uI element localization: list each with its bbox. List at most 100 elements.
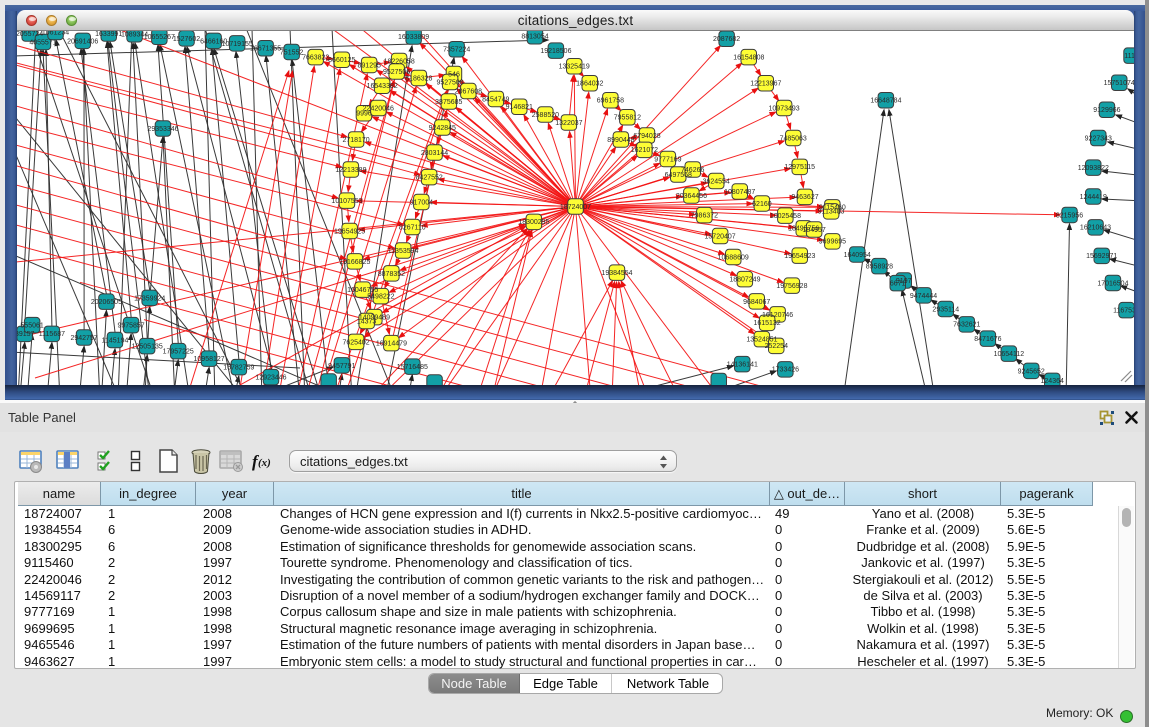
svg-text:5498222: 5498222 xyxy=(367,294,394,301)
svg-text:6794028: 6794028 xyxy=(633,133,660,140)
svg-text:9146821: 9146821 xyxy=(506,104,533,111)
svg-text:10807487: 10807487 xyxy=(724,189,755,196)
svg-text:7955812: 7955812 xyxy=(614,115,641,122)
svg-text:10958127: 10958127 xyxy=(194,356,225,363)
svg-text:39157: 39157 xyxy=(17,331,35,338)
svg-text:16648784: 16648784 xyxy=(870,98,901,105)
svg-text:12923446: 12923446 xyxy=(255,375,286,382)
svg-text:10025458: 10025458 xyxy=(770,213,801,220)
svg-text:124364: 124364 xyxy=(1041,378,1064,385)
svg-text:8878352: 8878352 xyxy=(378,271,405,278)
svg-text:9113403: 9113403 xyxy=(818,209,845,216)
svg-text:1167533: 1167533 xyxy=(1113,308,1134,315)
svg-text:3624554: 3624554 xyxy=(703,179,730,186)
svg-text:13325419: 13325419 xyxy=(559,64,590,71)
svg-text:546: 546 xyxy=(448,72,460,79)
svg-text:10973493: 10973493 xyxy=(769,105,800,112)
svg-text:17359924: 17359924 xyxy=(134,295,165,302)
svg-text:12975115: 12975115 xyxy=(784,164,815,171)
svg-text:1244419: 1244419 xyxy=(1080,194,1107,201)
svg-text:6671: 6671 xyxy=(890,281,906,288)
svg-text:16671355: 16671355 xyxy=(250,46,281,53)
svg-text:15751074: 15751074 xyxy=(1104,80,1134,87)
svg-text:2942757: 2942757 xyxy=(70,335,97,342)
svg-text:7663822: 7663822 xyxy=(302,55,329,62)
svg-text:9474444: 9474444 xyxy=(910,293,937,300)
svg-text:9684067: 9684067 xyxy=(743,299,770,306)
svg-text:19218506: 19218506 xyxy=(540,48,571,55)
svg-text:1615132: 1615132 xyxy=(753,320,780,327)
svg-text:6961758: 6961758 xyxy=(597,98,624,105)
svg-text:2087682: 2087682 xyxy=(713,36,740,43)
svg-text:751552: 751552 xyxy=(280,49,303,56)
svg-text:19384554: 19384554 xyxy=(601,270,632,277)
svg-text:14136141: 14136141 xyxy=(727,362,758,369)
svg-text:(x): (x) xyxy=(258,457,271,469)
svg-text:18226058: 18226058 xyxy=(384,58,415,65)
svg-text:15720407: 15720407 xyxy=(705,234,736,241)
svg-text:7485063: 7485063 xyxy=(780,135,807,142)
svg-text:8427552: 8427552 xyxy=(416,175,443,182)
svg-text:1115687: 1115687 xyxy=(39,331,65,338)
svg-text:4055571: 4055571 xyxy=(29,39,56,46)
svg-text:2803144: 2803144 xyxy=(421,150,448,157)
svg-text:10688609: 10688609 xyxy=(718,254,749,261)
svg-text:19654925: 19654925 xyxy=(334,228,365,235)
svg-text:15716485: 15716485 xyxy=(397,364,428,371)
svg-text:17957225: 17957225 xyxy=(163,349,194,356)
svg-text:10654112: 10654112 xyxy=(994,351,1025,358)
svg-text:16782759: 16782759 xyxy=(223,365,254,372)
svg-text:16120746: 16120746 xyxy=(762,312,793,319)
svg-text:9463627: 9463627 xyxy=(791,194,818,201)
svg-text:15692971: 15692971 xyxy=(1086,253,1117,260)
svg-text:20206505: 20206505 xyxy=(91,299,122,306)
svg-text:8215956: 8215956 xyxy=(1056,212,1083,219)
svg-text:20364456: 20364456 xyxy=(676,193,707,200)
svg-text:62160: 62160 xyxy=(752,201,772,208)
svg-text:2588520: 2588520 xyxy=(532,112,559,119)
svg-text:9457791: 9457791 xyxy=(328,363,355,370)
svg-text:555061: 555061 xyxy=(20,323,43,330)
svg-text:19654923: 19654923 xyxy=(784,253,815,260)
svg-text:14373: 14373 xyxy=(357,318,377,325)
svg-text:7632621: 7632621 xyxy=(953,322,980,329)
svg-text:184957: 184957 xyxy=(802,227,825,234)
svg-text:10107553: 10107553 xyxy=(331,198,362,205)
svg-text:9699695: 9699695 xyxy=(819,239,846,246)
svg-text:746266: 746266 xyxy=(681,167,704,174)
svg-text:10655267: 10655267 xyxy=(144,34,175,41)
svg-text:12213389: 12213389 xyxy=(335,167,366,174)
svg-text:9777169: 9777169 xyxy=(654,156,681,163)
svg-text:12213967: 12213967 xyxy=(750,81,781,88)
svg-text:891295: 891295 xyxy=(358,62,381,69)
svg-text:1322037: 1322037 xyxy=(555,120,582,127)
svg-text:18300295: 18300295 xyxy=(518,219,549,226)
svg-text:2055724: 2055724 xyxy=(17,31,43,38)
svg-text:1633991: 1633991 xyxy=(95,31,122,38)
svg-text:9227343: 9227343 xyxy=(1085,136,1112,143)
svg-text:8267110: 8267110 xyxy=(399,224,426,231)
svg-text:1112: 1112 xyxy=(1124,53,1134,60)
svg-text:16543382: 16543382 xyxy=(367,83,398,90)
svg-text:9527508: 9527508 xyxy=(436,79,463,86)
svg-text:7625402: 7625402 xyxy=(342,339,369,346)
svg-text:1527602: 1527602 xyxy=(173,36,200,43)
svg-text:10719155: 10719155 xyxy=(222,41,253,48)
svg-text:18724007: 18724007 xyxy=(560,204,591,211)
svg-text:917004: 917004 xyxy=(410,199,433,206)
svg-text:2935114: 2935114 xyxy=(932,306,959,313)
svg-text:8471676: 8471676 xyxy=(974,336,1001,343)
svg-text:22420046: 22420046 xyxy=(363,105,394,112)
svg-text:20691406: 20691406 xyxy=(67,38,98,45)
svg-text:1145194: 1145194 xyxy=(102,337,129,344)
svg-text:8454749: 8454749 xyxy=(482,96,509,103)
svg-text:8186328: 8186328 xyxy=(405,75,432,82)
svg-text:2718170: 2718170 xyxy=(342,137,369,144)
svg-text:8958928: 8958928 xyxy=(866,264,893,271)
svg-text:9975857: 9975857 xyxy=(117,323,144,330)
svg-text:17016504: 17016504 xyxy=(1097,280,1128,287)
svg-text:12505135: 12505135 xyxy=(132,344,163,351)
svg-text:19166825: 19166825 xyxy=(339,259,370,266)
svg-text:252254: 252254 xyxy=(765,343,788,350)
svg-text:16154808: 16154808 xyxy=(733,55,764,62)
